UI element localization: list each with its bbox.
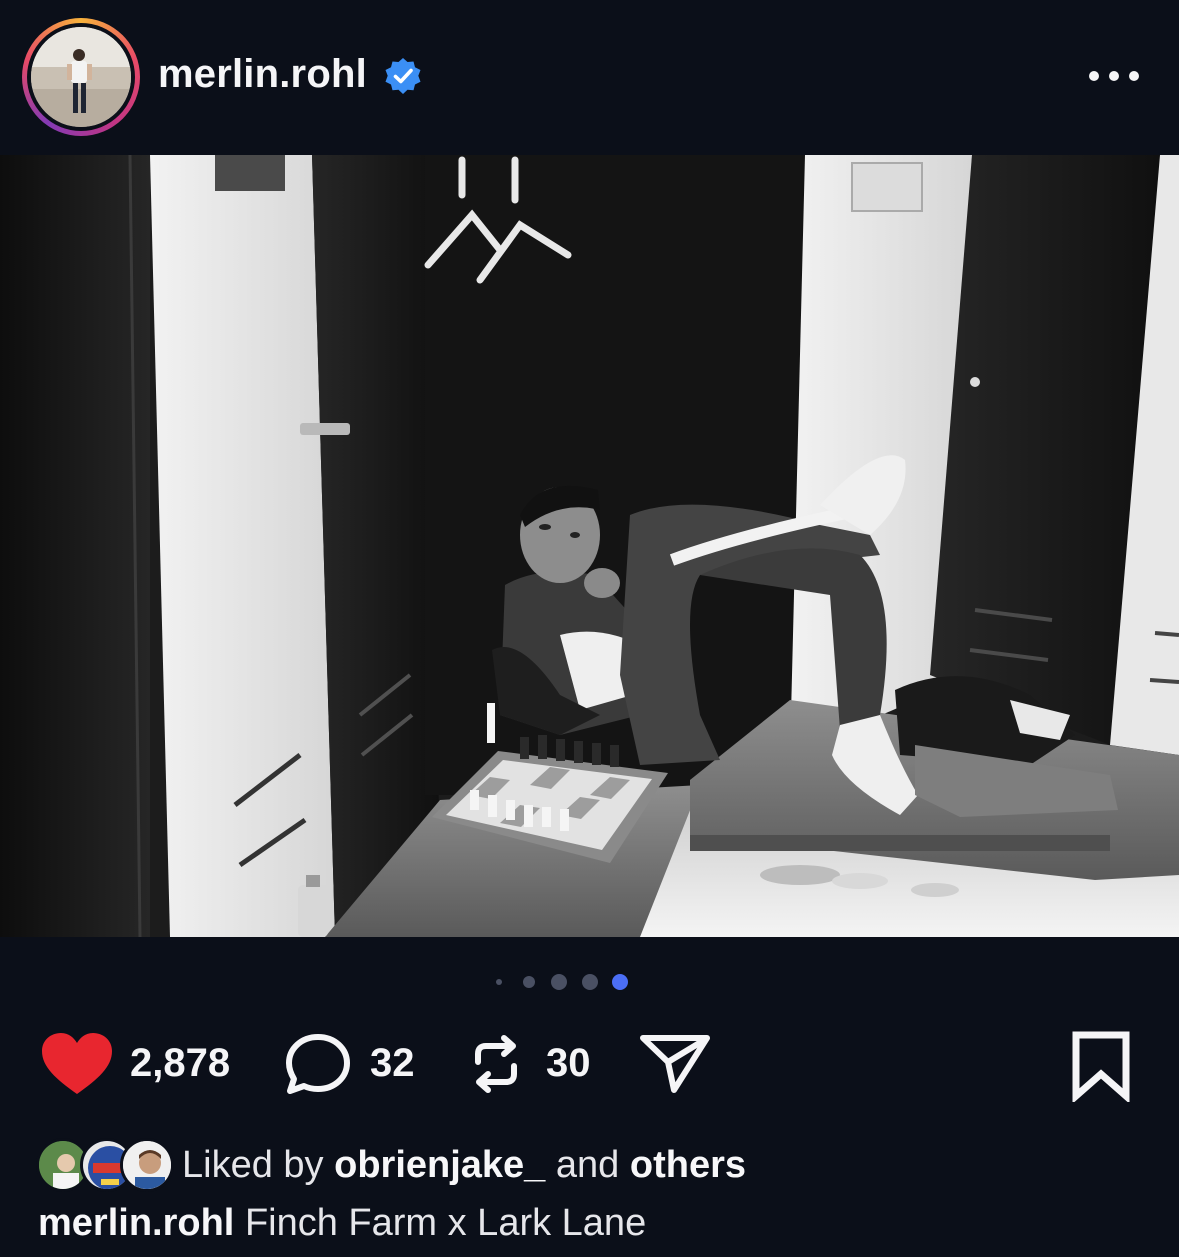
liked-by-row[interactable]: Liked by obrienjake_ and others — [0, 1130, 1179, 1200]
send-icon[interactable] — [638, 1030, 712, 1096]
liked-by-user[interactable]: obrienjake_ — [334, 1144, 545, 1186]
reposts-count[interactable]: 30 — [546, 1041, 591, 1086]
post-header: merlin.rohl — [0, 0, 1179, 155]
avatar-figure — [31, 27, 131, 127]
heart-filled-icon[interactable] — [40, 1032, 114, 1096]
post-caption: merlin.rohl Finch Farm x Lark Lane — [38, 1202, 646, 1245]
caption-text: Finch Farm x Lark Lane — [244, 1202, 647, 1244]
bookmark-icon[interactable] — [1070, 1030, 1132, 1102]
carousel-dot-active — [612, 974, 628, 990]
repost-icon[interactable] — [464, 1032, 528, 1096]
avatar-gap — [27, 23, 135, 131]
liked-by-joiner: and — [555, 1144, 620, 1186]
carousel-indicator — [0, 970, 1179, 994]
comment-bubble-icon[interactable] — [284, 1032, 352, 1096]
likes-count[interactable]: 2,878 — [130, 1041, 230, 1086]
profile-avatar[interactable] — [22, 18, 140, 136]
carousel-dot — [582, 974, 598, 990]
carousel-dot — [523, 976, 535, 988]
post-username[interactable]: merlin.rohl — [158, 52, 367, 97]
more-options-icon[interactable] — [1084, 62, 1144, 90]
carousel-dot — [551, 974, 567, 990]
post-actions: 2,878 32 30 — [0, 1020, 1179, 1110]
caption-username[interactable]: merlin.rohl — [38, 1202, 234, 1244]
liker-avatar[interactable] — [120, 1138, 174, 1192]
locker-room-photo — [0, 155, 1179, 937]
carousel-dot — [496, 979, 502, 985]
comments-count[interactable]: 32 — [370, 1041, 415, 1086]
post-image[interactable] — [0, 155, 1179, 937]
verified-badge-icon — [385, 58, 421, 94]
liked-by-prefix: Liked by — [182, 1144, 324, 1186]
liked-by-text: Liked by obrienjake_ and others — [182, 1144, 746, 1187]
liked-by-others[interactable]: others — [630, 1144, 746, 1186]
avatar-photo — [31, 27, 131, 127]
carousel-dots — [496, 974, 628, 990]
